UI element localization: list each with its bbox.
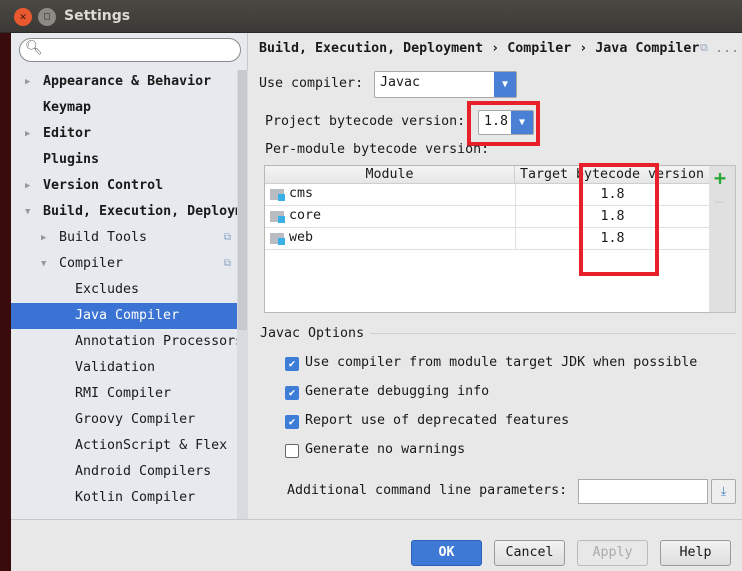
- search-icon: 🔍︎: [25, 40, 43, 56]
- module-folder-icon: [270, 189, 285, 201]
- module-name: cms: [289, 186, 314, 201]
- bytecode-label: Project bytecode version:: [265, 114, 466, 129]
- checkbox-label[interactable]: Generate no warnings: [305, 442, 465, 457]
- sidebar-item[interactable]: Excludes: [11, 277, 237, 303]
- collapsed-arrow-icon[interactable]: ▶: [25, 69, 30, 95]
- sidebar-item-label: Build, Execution, Deployment: [43, 204, 237, 219]
- module-folder-icon: [270, 233, 285, 245]
- checkbox-label[interactable]: Generate debugging info: [305, 384, 489, 399]
- sidebar-item-label: Editor: [43, 126, 92, 141]
- project-scope-icon: ⧉: [700, 41, 708, 54]
- bytecode-value: 1.8: [484, 114, 509, 129]
- params-input[interactable]: [578, 479, 708, 504]
- maximize-icon[interactable]: □: [38, 8, 56, 26]
- breadcrumb-item: Java Compiler: [595, 41, 700, 56]
- sidebar-item[interactable]: Annotation Processors: [11, 329, 237, 355]
- module-name: web: [289, 230, 314, 245]
- sidebar-item[interactable]: ActionScript & Flex: [11, 433, 237, 459]
- sidebar-item[interactable]: ▼ Compiler ⧉: [11, 251, 237, 277]
- sidebar-item-label: Validation: [75, 360, 156, 375]
- bytecode-select[interactable]: 1.8 ▼: [478, 110, 534, 135]
- collapsed-arrow-icon[interactable]: ▶: [25, 121, 30, 147]
- javac-options-title: Javac Options: [260, 326, 365, 341]
- compiler-value: Javac: [380, 75, 421, 90]
- sidebar-item-label: Excludes: [75, 282, 140, 297]
- per-module-label: Per-module bytecode version:: [265, 142, 490, 157]
- sidebar-item-label: Appearance & Behavior: [43, 74, 212, 89]
- ubuntu-launcher: [0, 0, 11, 571]
- sidebar-item[interactable]: Android Compilers: [11, 459, 237, 485]
- checkbox[interactable]: ✔: [285, 415, 299, 429]
- sidebar-item-label: Build Tools: [59, 230, 148, 245]
- sidebar-item-label: Version Control: [43, 178, 164, 193]
- collapsed-arrow-icon[interactable]: ▶: [41, 225, 46, 251]
- close-icon[interactable]: ✕: [14, 8, 32, 26]
- params-label: Additional command line parameters:: [287, 483, 568, 498]
- sidebar-item[interactable]: Validation: [11, 355, 237, 381]
- divider: [370, 333, 736, 334]
- expand-editor-icon[interactable]: ⤓: [711, 479, 736, 504]
- table-toolbar: + —: [709, 165, 736, 313]
- breadcrumb-item: Compiler: [507, 41, 572, 56]
- checkbox[interactable]: [285, 444, 299, 458]
- checkbox[interactable]: ✔: [285, 357, 299, 371]
- sidebar-item[interactable]: Plugins: [11, 147, 237, 173]
- chevron-down-icon: ▼: [511, 111, 533, 134]
- expanded-arrow-icon[interactable]: ▼: [41, 251, 46, 277]
- column-header-module[interactable]: Module: [265, 166, 515, 184]
- help-button[interactable]: Help: [660, 540, 731, 566]
- search-input[interactable]: 🔍︎: [19, 38, 241, 62]
- sidebar-item[interactable]: Keymap: [11, 95, 237, 121]
- add-icon[interactable]: +: [714, 166, 726, 190]
- sidebar-item-label: Java Compiler: [75, 308, 180, 323]
- sidebar-item-label: ActionScript & Flex: [75, 438, 228, 453]
- sidebar-item-label: Compiler: [59, 256, 124, 271]
- sidebar-item[interactable]: ▶ Build Tools ⧉: [11, 225, 237, 251]
- sidebar-item-label: RMI Compiler: [75, 386, 172, 401]
- remove-icon[interactable]: —: [715, 194, 723, 210]
- ok-button[interactable]: OK: [411, 540, 482, 566]
- breadcrumb: Build, Execution, Deployment › Compiler …: [259, 41, 700, 56]
- chevron-down-icon: ▼: [494, 72, 516, 97]
- sidebar-item-label: Android Compilers: [75, 464, 212, 479]
- checkbox[interactable]: ✔: [285, 386, 299, 400]
- cancel-button[interactable]: Cancel: [494, 540, 565, 566]
- sidebar-scrollbar-thumb[interactable]: [238, 70, 247, 330]
- module-name: core: [289, 208, 322, 223]
- sidebar-item[interactable]: ▶ Version Control: [11, 173, 237, 199]
- project-scope-icon: ⧉: [223, 232, 231, 243]
- window-title: Settings: [64, 8, 131, 24]
- divider: [11, 519, 742, 520]
- expanded-arrow-icon[interactable]: ▼: [25, 199, 30, 225]
- apply-button[interactable]: Apply: [577, 540, 648, 566]
- highlight-box: [579, 163, 659, 276]
- sidebar-item[interactable]: ▶ Editor: [11, 121, 237, 147]
- breadcrumb-item: Build, Execution, Deployment: [259, 41, 484, 56]
- sidebar-item[interactable]: RMI Compiler: [11, 381, 237, 407]
- sidebar-item-label: Plugins: [43, 152, 100, 167]
- project-scope-icon: ⧉: [223, 258, 231, 269]
- module-folder-icon: [270, 211, 285, 223]
- checkbox-label[interactable]: Report use of deprecated features: [305, 413, 569, 428]
- sidebar-item-label: Annotation Processors: [75, 334, 237, 349]
- sidebar-item-label: Kotlin Compiler: [75, 490, 196, 505]
- sidebar-item[interactable]: Groovy Compiler: [11, 407, 237, 433]
- sidebar-item[interactable]: ▼ Build, Execution, Deployment: [11, 199, 237, 225]
- more-icon[interactable]: ...: [715, 41, 739, 56]
- use-compiler-label: Use compiler:: [259, 76, 364, 91]
- sidebar-item-label: Groovy Compiler: [75, 412, 196, 427]
- sidebar-item[interactable]: Java Compiler: [11, 303, 237, 329]
- sidebar-item[interactable]: ▶ Appearance & Behavior: [11, 69, 237, 95]
- compiler-select[interactable]: Javac ▼: [374, 71, 517, 98]
- sidebar-item[interactable]: Kotlin Compiler: [11, 485, 237, 511]
- collapsed-arrow-icon[interactable]: ▶: [25, 173, 30, 199]
- sidebar-item-label: Keymap: [43, 100, 92, 115]
- checkbox-label[interactable]: Use compiler from module target JDK when…: [305, 355, 697, 370]
